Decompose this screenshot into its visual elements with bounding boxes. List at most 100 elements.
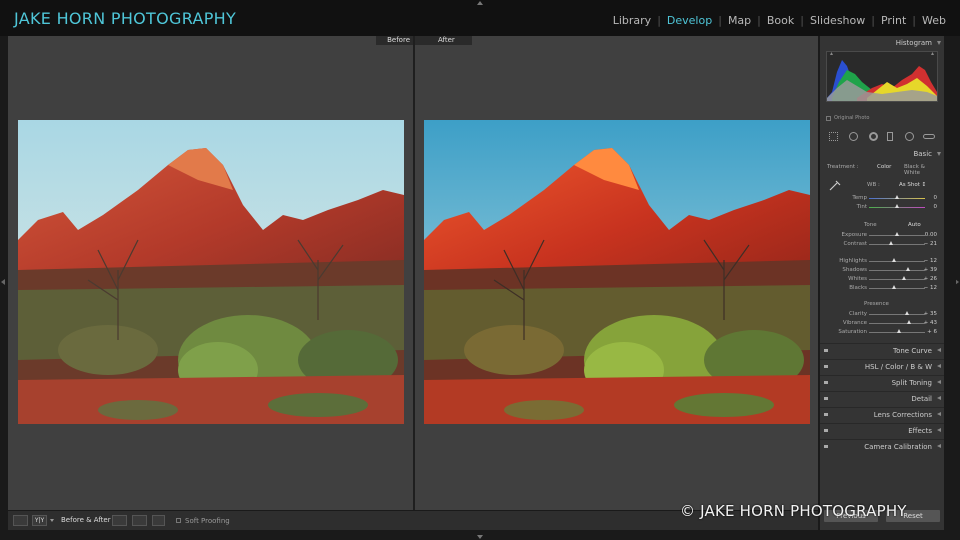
after-photo[interactable]	[424, 120, 810, 424]
treatment-label: Treatment :	[827, 164, 859, 170]
slider-vibrance[interactable]: Vibrance + 43	[825, 320, 941, 328]
before-after-view-button[interactable]: Y|Y	[32, 515, 47, 526]
treatment-bw-option[interactable]: Black & White	[904, 164, 941, 176]
module-slideshow[interactable]: Slideshow	[804, 14, 871, 27]
panel-switch-icon[interactable]	[824, 445, 828, 448]
wb-dropdown[interactable]: As Shot ↕	[899, 182, 926, 188]
panel-switch-icon[interactable]	[824, 365, 828, 368]
slider-blacks[interactable]: Blacks − 12	[825, 285, 941, 293]
slider-value[interactable]: 0	[934, 204, 938, 210]
auto-tone-button[interactable]: Auto	[908, 222, 921, 228]
module-web[interactable]: Web	[916, 14, 952, 27]
radial-filter-icon[interactable]	[905, 132, 914, 141]
slider-value[interactable]: − 12	[924, 258, 937, 264]
expand-triangle-icon	[937, 380, 941, 384]
slider-track[interactable]	[869, 323, 925, 324]
slider-clarity[interactable]: Clarity + 35	[825, 311, 941, 319]
slider-label: Highlights	[839, 258, 867, 264]
slider-thumb[interactable]	[889, 241, 894, 245]
slider-thumb[interactable]	[905, 311, 910, 315]
panel-camera-calibration[interactable]: Camera Calibration	[820, 439, 944, 453]
slider-thumb[interactable]	[902, 276, 907, 280]
white-balance-row: WB : As Shot ↕	[825, 179, 941, 191]
panel-split-toning[interactable]: Split Toning	[820, 375, 944, 389]
slider-thumb[interactable]	[891, 258, 896, 262]
left-panel-toggle-icon[interactable]	[1, 279, 5, 285]
slider-contrast[interactable]: Contrast − 21	[825, 241, 941, 249]
slider-value[interactable]: 0	[934, 195, 938, 201]
before-photo[interactable]	[18, 120, 404, 424]
panel-lens-corrections[interactable]: Lens Corrections	[820, 407, 944, 421]
slider-tint[interactable]: Tint 0	[825, 204, 941, 212]
copy-before-to-after-button[interactable]	[112, 515, 127, 526]
spot-removal-icon[interactable]	[849, 132, 858, 141]
slider-exposure[interactable]: Exposure 0.00	[825, 232, 941, 240]
slider-thumb[interactable]	[895, 232, 899, 236]
loupe-view-button[interactable]	[13, 515, 28, 526]
view-mode-dropdown-icon[interactable]	[50, 519, 54, 522]
slider-value[interactable]: 0.00	[925, 232, 937, 238]
after-label: After	[416, 36, 472, 45]
slider-value[interactable]: + 35	[924, 311, 937, 317]
slider-value[interactable]: + 6	[927, 329, 937, 335]
slider-shadows[interactable]: Shadows + 39	[825, 267, 941, 275]
slider-value[interactable]: + 26	[924, 276, 937, 282]
panel-switch-icon[interactable]	[824, 381, 828, 384]
histogram-header[interactable]: Histogram	[820, 36, 944, 50]
slider-thumb[interactable]	[891, 285, 896, 289]
module-library[interactable]: Library	[607, 14, 657, 27]
expand-triangle-icon	[937, 444, 941, 448]
panel-switch-icon[interactable]	[824, 413, 828, 416]
copy-after-to-before-button[interactable]	[132, 515, 147, 526]
slider-label: Shadows	[842, 267, 867, 273]
original-photo-checkbox[interactable]	[826, 116, 831, 121]
slider-track[interactable]	[869, 244, 925, 245]
slider-thumb[interactable]	[895, 204, 899, 208]
top-panel-toggle-icon[interactable]	[477, 1, 483, 5]
eyedropper-icon[interactable]	[828, 179, 842, 191]
panel-switch-icon[interactable]	[824, 397, 828, 400]
slider-track[interactable]	[869, 314, 925, 315]
histogram[interactable]	[826, 51, 938, 102]
graduated-filter-icon[interactable]	[887, 132, 893, 141]
slider-temp[interactable]: Temp 0	[825, 195, 941, 203]
slider-track[interactable]	[869, 261, 925, 262]
slider-thumb[interactable]	[895, 195, 899, 199]
expand-triangle-icon	[937, 396, 941, 400]
right-panel-scrollbar[interactable]	[946, 36, 956, 530]
swap-before-after-button[interactable]	[152, 515, 165, 526]
slider-value[interactable]: − 21	[924, 241, 937, 247]
slider-track[interactable]	[869, 279, 925, 280]
slider-thumb[interactable]	[906, 267, 911, 271]
treatment-color-option[interactable]: Color	[877, 164, 891, 170]
slider-value[interactable]: + 39	[924, 267, 937, 273]
module-book[interactable]: Book	[761, 14, 800, 27]
slider-thumb[interactable]	[907, 320, 912, 324]
crop-icon[interactable]	[829, 132, 838, 141]
soft-proofing-label: Soft Proofing	[185, 517, 230, 525]
module-develop[interactable]: Develop	[661, 14, 718, 27]
slider-value[interactable]: − 12	[924, 285, 937, 291]
bottom-panel-toggle-icon[interactable]	[477, 535, 483, 539]
expand-triangle-icon	[937, 428, 941, 432]
slider-track[interactable]	[869, 270, 925, 271]
module-print[interactable]: Print	[875, 14, 912, 27]
adjustment-brush-icon[interactable]	[923, 134, 935, 139]
slider-label: Tint	[856, 204, 867, 210]
slider-value[interactable]: + 43	[924, 320, 937, 326]
panel-effects[interactable]: Effects	[820, 423, 944, 437]
slider-saturation[interactable]: Saturation + 6	[825, 329, 941, 337]
panel-detail[interactable]: Detail	[820, 391, 944, 405]
panel-tone-curve[interactable]: Tone Curve	[820, 343, 944, 357]
panel-hsl[interactable]: HSL / Color / B & W	[820, 359, 944, 373]
panel-switch-icon[interactable]	[824, 429, 828, 432]
slider-highlights[interactable]: Highlights − 12	[825, 258, 941, 266]
slider-thumb[interactable]	[896, 329, 901, 333]
red-eye-icon[interactable]	[869, 132, 878, 141]
soft-proofing-checkbox[interactable]	[176, 518, 181, 523]
module-map[interactable]: Map	[722, 14, 757, 27]
slider-track[interactable]	[869, 288, 925, 289]
slider-whites[interactable]: Whites + 26	[825, 276, 941, 284]
panel-switch-icon[interactable]	[824, 349, 828, 352]
wb-label: WB :	[867, 182, 880, 188]
